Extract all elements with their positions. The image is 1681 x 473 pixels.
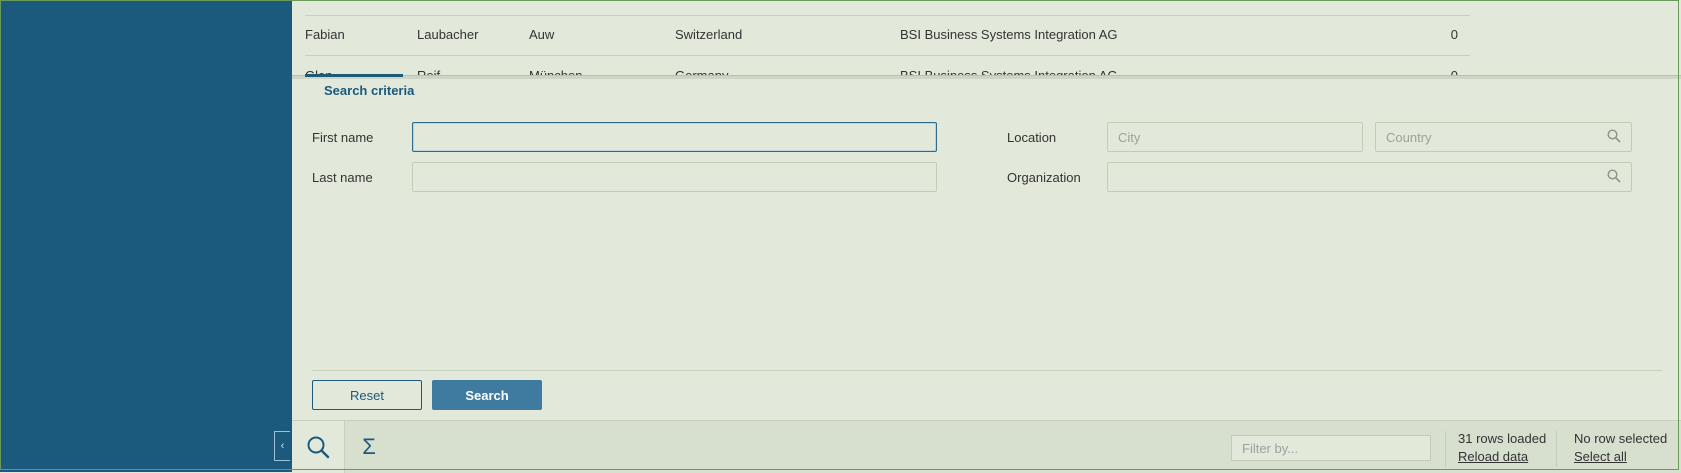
- cell-city: München: [529, 68, 583, 77]
- sidebar-collapse-button[interactable]: ‹: [274, 431, 290, 461]
- organization-field[interactable]: [1107, 162, 1632, 192]
- results-table: Fabian Laubacher Auw Switzerland BSI Bus…: [292, 0, 1681, 77]
- last-name-label: Last name: [312, 170, 373, 185]
- first-name-label: First name: [312, 130, 374, 145]
- cell-country: Germany: [675, 68, 729, 77]
- selection-status: No row selected: [1574, 431, 1668, 446]
- cell-country: Switzerland: [675, 27, 743, 42]
- main-content: Fabian Laubacher Auw Switzerland BSI Bus…: [292, 0, 1681, 473]
- footer-separator: [1445, 431, 1446, 467]
- last-name-input[interactable]: [412, 162, 937, 192]
- sigma-icon: Σ: [362, 434, 376, 459]
- table-row[interactable]: Fabian Laubacher Auw Switzerland BSI Bus…: [305, 15, 1470, 56]
- cell-last-name: Laubacher: [417, 27, 479, 42]
- reset-button[interactable]: Reset: [312, 380, 422, 410]
- location-label: Location: [1007, 130, 1057, 145]
- country-field[interactable]: [1375, 122, 1632, 152]
- search-icon: [307, 436, 330, 459]
- cell-count: 0: [1450, 68, 1458, 77]
- footer-separator: [1556, 431, 1557, 467]
- search-tab[interactable]: [292, 421, 345, 473]
- cell-city: Auw: [529, 27, 555, 42]
- cell-last-name: Reif: [417, 68, 441, 77]
- search-icon[interactable]: [1607, 169, 1621, 183]
- cell-organization: BSI Business Systems Integration AG: [900, 68, 1118, 77]
- splitter-sash[interactable]: [292, 75, 1681, 79]
- search-icon[interactable]: [1607, 129, 1621, 143]
- form-divider: [312, 370, 1662, 371]
- cell-count: 0: [1450, 27, 1458, 42]
- city-input[interactable]: [1107, 122, 1363, 152]
- organization-label: Organization: [1007, 170, 1081, 185]
- reload-data-link[interactable]: Reload data: [1458, 449, 1528, 464]
- aggregate-tab[interactable]: Σ: [344, 421, 394, 473]
- select-all-link[interactable]: Select all: [1574, 449, 1627, 464]
- table-row[interactable]: Glen Reif München Germany BSI Business S…: [305, 56, 1470, 77]
- cell-first-name: Fabian: [305, 27, 345, 42]
- filter-input[interactable]: [1231, 435, 1431, 461]
- search-button[interactable]: Search: [432, 380, 542, 410]
- cell-organization: BSI Business Systems Integration AG: [900, 27, 1118, 42]
- rows-loaded-status: 31 rows loaded: [1458, 431, 1547, 446]
- table-footer: Σ 31 rows loaded Reload data No row sele…: [292, 420, 1681, 473]
- first-name-input[interactable]: [412, 122, 937, 152]
- chevron-left-icon: ‹: [280, 440, 285, 452]
- table-row[interactable]: [305, 0, 1470, 16]
- sidebar: [0, 0, 292, 472]
- search-criteria-title: Search criteria: [324, 83, 415, 98]
- active-tab-indicator: [305, 74, 403, 77]
